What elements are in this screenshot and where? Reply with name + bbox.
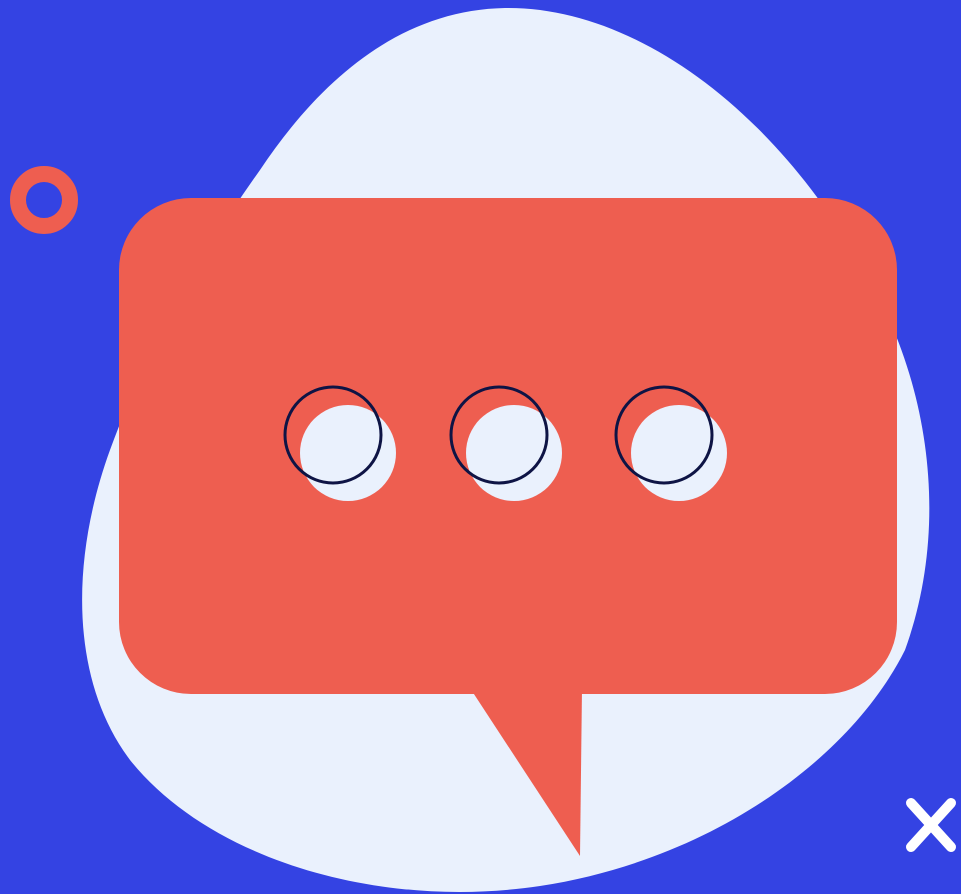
illustration-canvas (0, 0, 961, 894)
chat-illustration (0, 0, 961, 894)
